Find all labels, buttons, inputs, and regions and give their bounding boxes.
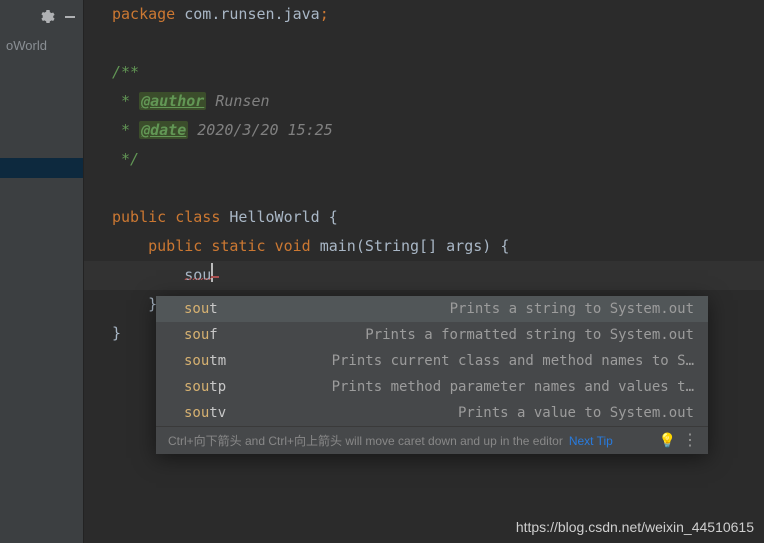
sidebar: oWorld (0, 0, 84, 543)
minimize-icon[interactable] (63, 10, 77, 24)
completion-item-name: soutm (184, 353, 226, 369)
next-tip-link[interactable]: Next Tip (569, 434, 613, 448)
completion-item-name: souf (184, 327, 218, 343)
code-line: /** (84, 58, 764, 87)
code-line-active: sou (84, 261, 764, 290)
sidebar-selection (0, 158, 83, 178)
more-icon[interactable]: ⋮ (682, 433, 698, 449)
code-line: public class HelloWorld { (84, 203, 764, 232)
completion-item-desc: Prints current class and method names to… (226, 353, 694, 369)
code-editor[interactable]: package com.runsen.java; /** * @author R… (84, 0, 764, 543)
completion-item-name: sout (184, 301, 218, 317)
completion-hint: Ctrl+向下箭头 and Ctrl+向上箭头 will move caret … (168, 432, 563, 449)
completion-popup: soutPrints a string to System.outsoufPri… (156, 296, 708, 454)
completion-item-desc: Prints method parameter names and values… (226, 379, 694, 395)
completion-item[interactable]: soutpPrints method parameter names and v… (156, 374, 708, 400)
gear-icon[interactable] (39, 9, 55, 25)
code-line: public static void main(String[] args) { (84, 232, 764, 261)
completion-item[interactable]: soutPrints a string to System.out (156, 296, 708, 322)
code-line (84, 174, 764, 203)
code-line: package com.runsen.java; (84, 0, 764, 29)
completion-item-name: soutp (184, 379, 226, 395)
caret (211, 263, 213, 282)
watermark: https://blog.csdn.net/weixin_44510615 (516, 519, 754, 535)
code-line (84, 29, 764, 58)
code-line: * @author Runsen (84, 87, 764, 116)
sidebar-toolbar (0, 0, 83, 34)
code-line: */ (84, 145, 764, 174)
completion-item-desc: Prints a string to System.out (218, 301, 694, 317)
completion-item-desc: Prints a formatted string to System.out (218, 327, 694, 343)
completion-footer: Ctrl+向下箭头 and Ctrl+向上箭头 will move caret … (156, 426, 708, 454)
code-line: * @date 2020/3/20 15:25 (84, 116, 764, 145)
completion-item-desc: Prints a value to System.out (226, 405, 694, 421)
typed-text: sou (184, 266, 211, 284)
sidebar-file-item[interactable]: oWorld (0, 34, 83, 57)
bulb-icon[interactable]: 💡 (659, 432, 676, 449)
completion-item-name: soutv (184, 405, 226, 421)
completion-item[interactable]: soufPrints a formatted string to System.… (156, 322, 708, 348)
completion-item[interactable]: soutvPrints a value to System.out (156, 400, 708, 426)
completion-item[interactable]: soutmPrints current class and method nam… (156, 348, 708, 374)
